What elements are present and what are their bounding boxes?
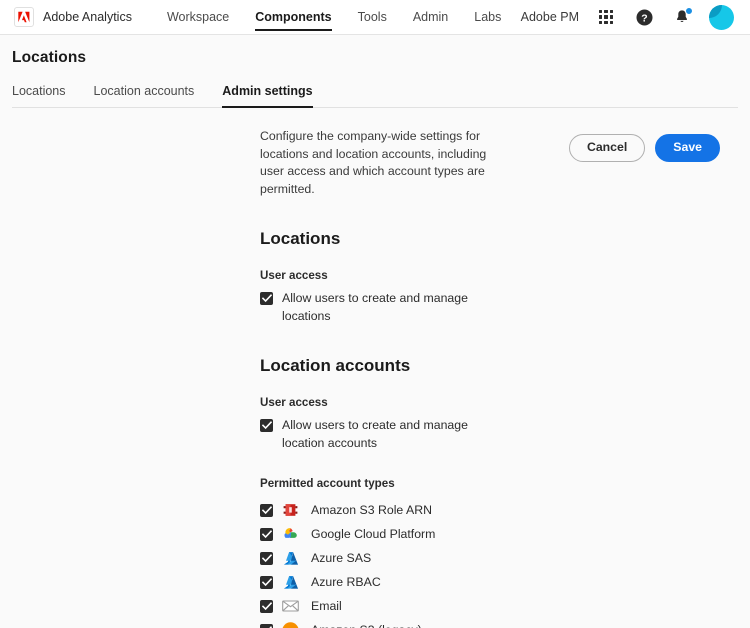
- intro-row: Configure the company-wide settings for …: [260, 128, 720, 198]
- tab-locations[interactable]: Locations: [12, 84, 80, 107]
- nav-item-workspace[interactable]: Workspace: [154, 0, 242, 35]
- save-button[interactable]: Save: [655, 134, 720, 162]
- page-tabs: Locations Location accounts Admin settin…: [12, 84, 738, 108]
- permitted-account-types-list: Amazon S3 Role ARN Google Cloud Platform…: [260, 498, 720, 628]
- primary-nav: Workspace Components Tools Admin Labs: [154, 0, 514, 35]
- app-grid-icon[interactable]: [595, 6, 617, 28]
- adobe-logo-icon: [14, 7, 34, 27]
- account-type-row-azure-sas[interactable]: Azure SAS: [260, 546, 720, 570]
- nav-item-tools[interactable]: Tools: [345, 0, 400, 35]
- form-actions: Cancel Save: [568, 128, 720, 162]
- account-type-label-azure-sas: Azure SAS: [311, 551, 372, 565]
- notification-badge: [685, 7, 693, 15]
- nav-item-components[interactable]: Components: [242, 0, 344, 35]
- account-type-label-google-cloud-platform: Google Cloud Platform: [311, 527, 436, 541]
- account-type-row-amazon-s3-role-arn[interactable]: Amazon S3 Role ARN: [260, 498, 720, 522]
- tab-location-accounts[interactable]: Location accounts: [80, 84, 209, 107]
- checkbox-allow-manage-locations[interactable]: [260, 292, 273, 305]
- svg-text:?: ?: [641, 12, 647, 24]
- cancel-button[interactable]: Cancel: [568, 134, 646, 162]
- checkbox-google-cloud-platform[interactable]: [260, 527, 273, 541]
- checkbox-allow-manage-location-accounts[interactable]: [260, 419, 273, 432]
- checkbox-label-allow-manage-location-accounts: Allow users to create and manage locatio…: [282, 418, 468, 450]
- brand-name: Adobe Analytics: [43, 10, 132, 24]
- tab-admin-settings[interactable]: Admin settings: [208, 84, 326, 108]
- azure-icon: [282, 550, 299, 567]
- account-type-label-amazon-s3-legacy: Amazon S3 (legacy): [311, 623, 422, 628]
- top-navigation-bar: Adobe Analytics Workspace Components Too…: [0, 0, 750, 35]
- account-type-label-amazon-s3-role-arn: Amazon S3 Role ARN: [311, 503, 432, 517]
- section-heading-locations: Locations: [260, 229, 341, 248]
- checkbox-azure-rbac[interactable]: [260, 575, 273, 589]
- page-header: Locations Locations Location accounts Ad…: [0, 35, 750, 108]
- checkbox-email[interactable]: [260, 599, 273, 613]
- amazon-s3-icon: [282, 502, 299, 519]
- checkbox-amazon-s3-legacy[interactable]: [260, 623, 273, 628]
- account-type-label-azure-rbac: Azure RBAC: [311, 575, 381, 589]
- top-bar-actions: Adobe PM ?: [520, 4, 738, 30]
- content-area: Configure the company-wide settings for …: [0, 108, 750, 628]
- azure-icon: [282, 574, 299, 591]
- permitted-account-types-label: Permitted account types: [260, 477, 395, 490]
- account-type-row-amazon-s3-legacy[interactable]: aws Amazon S3 (legacy): [260, 618, 720, 628]
- brand-home-link[interactable]: Adobe Analytics: [14, 7, 132, 27]
- bell-icon[interactable]: [671, 6, 693, 28]
- intro-description: Configure the company-wide settings for …: [260, 129, 487, 196]
- user-avatar[interactable]: [709, 4, 734, 30]
- account-type-row-google-cloud-platform[interactable]: Google Cloud Platform: [260, 522, 720, 546]
- checkbox-row-allow-manage-locations[interactable]: Allow users to create and manage locatio…: [260, 290, 720, 325]
- location-accounts-user-access-label: User access: [260, 396, 328, 409]
- page-title: Locations: [12, 49, 87, 66]
- checkbox-amazon-s3-role-arn[interactable]: [260, 503, 273, 517]
- organization-name: Adobe PM: [520, 10, 579, 24]
- account-type-row-email[interactable]: Email: [260, 594, 720, 618]
- aws-legacy-icon: aws: [282, 621, 299, 628]
- email-icon: [282, 598, 299, 615]
- locations-user-access-label: User access: [260, 269, 328, 282]
- nav-item-admin[interactable]: Admin: [400, 0, 461, 35]
- section-heading-location-accounts: Location accounts: [260, 356, 411, 375]
- account-type-row-azure-rbac[interactable]: Azure RBAC: [260, 570, 720, 594]
- checkbox-row-allow-manage-location-accounts[interactable]: Allow users to create and manage locatio…: [260, 417, 720, 452]
- checkbox-azure-sas[interactable]: [260, 551, 273, 565]
- nav-item-labs[interactable]: Labs: [461, 0, 514, 35]
- google-cloud-icon: [282, 526, 299, 543]
- checkbox-label-allow-manage-locations: Allow users to create and manage locatio…: [282, 291, 468, 323]
- help-circle-icon[interactable]: ?: [633, 6, 655, 28]
- account-type-label-email: Email: [311, 599, 342, 613]
